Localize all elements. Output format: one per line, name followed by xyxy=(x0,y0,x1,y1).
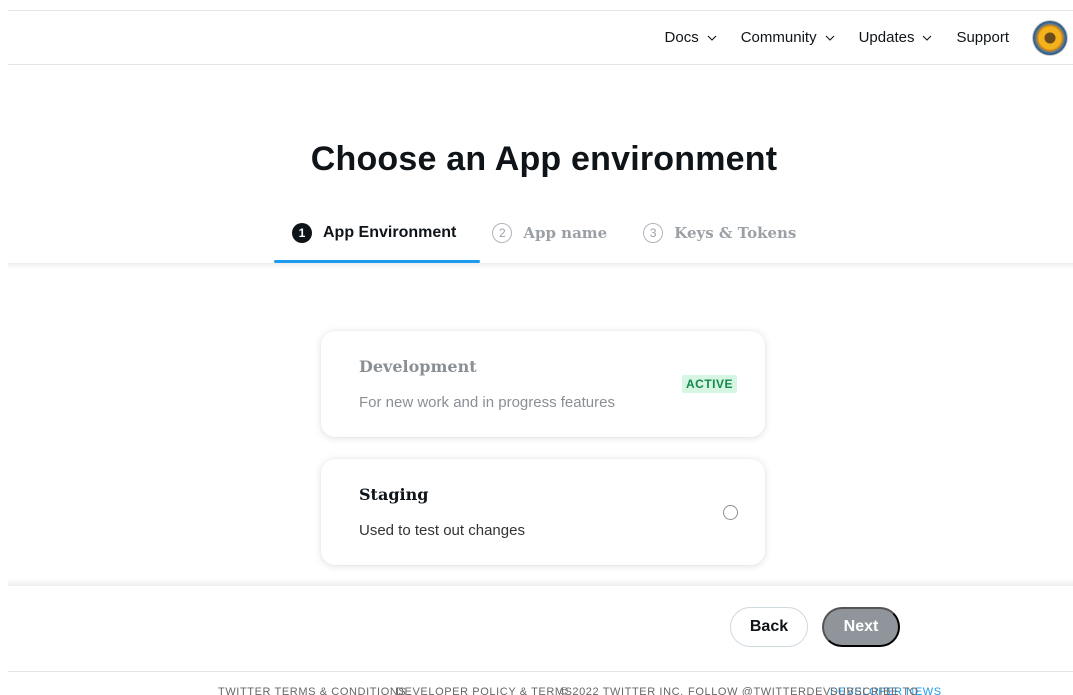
status-badge: ACTIVE xyxy=(681,375,737,393)
footer-terms-link[interactable]: TWITTER TERMS & CONDITIONS xyxy=(218,686,406,695)
staging-radio[interactable] xyxy=(723,505,738,520)
step-app-environment[interactable]: 1 App Environment xyxy=(274,218,474,248)
card-title: Development xyxy=(359,357,477,376)
footer-follow-link[interactable]: FOLLOW @TWITTERDEV xyxy=(688,686,831,695)
nav-updates[interactable]: Updates xyxy=(859,29,933,46)
top-navigation: Docs Community Updates Support xyxy=(8,10,1073,65)
step-number: 2 xyxy=(492,223,513,243)
chevron-down-icon xyxy=(707,35,717,41)
chevron-down-icon xyxy=(825,35,834,41)
subscribe-prefix: SUBSCRIBE TO xyxy=(830,686,919,695)
nav-support-label: Support xyxy=(956,29,1009,46)
step-number: 1 xyxy=(292,223,312,243)
back-button[interactable]: Back xyxy=(730,607,808,647)
user-avatar[interactable] xyxy=(1033,20,1067,55)
step-keys-tokens[interactable]: 3 Keys & Tokens xyxy=(643,218,796,248)
step-label: App name xyxy=(523,224,608,242)
environment-card-staging[interactable]: Staging Used to test out changes xyxy=(321,459,765,565)
step-label: App Environment xyxy=(323,224,457,241)
app-environment-page: Docs Community Updates Support Choose an… xyxy=(0,0,1073,695)
footer: TWITTER TERMS & CONDITIONS DEVELOPER POL… xyxy=(0,686,1073,695)
nav-docs-label: Docs xyxy=(664,29,699,46)
page-title: Choose an App environment xyxy=(310,140,778,178)
card-description: For new work and in progress features xyxy=(359,394,615,411)
footer-developer-policy-link[interactable]: DEVELOPER POLICY & TERMS xyxy=(396,686,573,695)
card-title: Staging xyxy=(359,485,429,504)
stepper-divider xyxy=(8,263,1073,269)
nav-updates-label: Updates xyxy=(858,29,915,46)
card-description: Used to test out changes xyxy=(359,522,525,539)
next-button[interactable]: Next xyxy=(822,607,900,647)
content-divider xyxy=(8,578,1073,586)
nav-docs[interactable]: Docs xyxy=(665,29,717,46)
step-number: 3 xyxy=(643,223,664,243)
footer-copyright: © 2022 TWITTER INC. xyxy=(560,686,684,695)
environment-card-development: Development For new work and in progress… xyxy=(321,331,765,437)
footer-subscribe: SUBSCRIBE TO DEVELOPER NEWS xyxy=(830,686,942,695)
chevron-down-icon xyxy=(923,35,932,41)
nav-community[interactable]: Community xyxy=(741,29,835,46)
step-label: Keys & Tokens xyxy=(674,224,797,242)
footer-divider xyxy=(8,671,1073,672)
nav-support[interactable]: Support xyxy=(956,29,1009,46)
step-app-name[interactable]: 2 App name xyxy=(492,218,607,248)
nav-community-label: Community xyxy=(740,29,817,46)
stepper: 1 App Environment 2 App name 3 Keys & To… xyxy=(274,218,814,264)
